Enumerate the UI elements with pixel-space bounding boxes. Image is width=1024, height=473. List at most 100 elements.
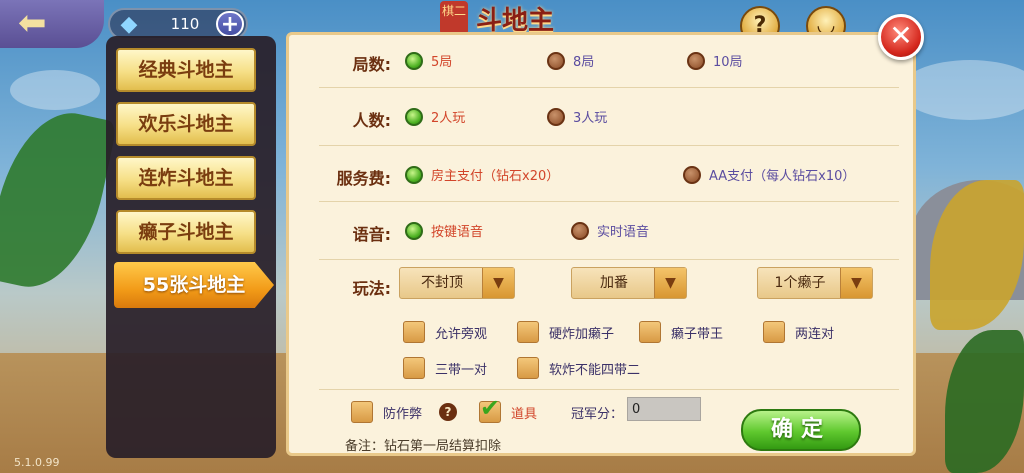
checkbox-label: 癞子带王 <box>671 326 724 342</box>
dropdown-value: 加番 <box>600 275 628 291</box>
radio-label: 实时语音 <box>597 225 650 240</box>
tab-bomb[interactable]: 连炸斗地主 <box>116 156 256 200</box>
checkbox-label: 硬炸加癞子 <box>549 326 615 342</box>
rounds-option-10[interactable]: 10局 <box>687 51 743 70</box>
checkbox-label: 软炸不能四带二 <box>549 362 641 378</box>
fee-option-host[interactable]: 房主支付（钻石x20） <box>405 165 559 184</box>
rules-row: 玩法: 不封顶 ▼ 加番 ▼ 1个癞子 ▼ <box>289 267 913 303</box>
checkbox-soft-bomb-no-four-two[interactable]: 软炸不能四带二 <box>517 357 640 379</box>
close-button[interactable]: ✕ <box>878 14 924 60</box>
divider <box>319 259 899 260</box>
champion-score-label: 冠军分： <box>571 407 624 422</box>
radio-selected-icon <box>405 51 423 70</box>
radio-label: 2人玩 <box>431 111 466 126</box>
checkbox-icon <box>517 321 539 343</box>
radio-selected-icon <box>405 165 423 184</box>
fee-row: 服务费: 房主支付（钻石x20） AA支付（每人钻石x10） <box>289 163 913 189</box>
tab-happy[interactable]: 欢乐斗地主 <box>116 102 256 146</box>
radio-selected-icon <box>405 221 423 240</box>
mode-tab-panel: 经典斗地主 欢乐斗地主 连炸斗地主 癞子斗地主 55张斗地主 <box>106 36 276 458</box>
radio-unselected-icon <box>687 51 705 70</box>
multiplier-dropdown[interactable]: 加番 ▼ <box>571 267 687 299</box>
tab-classic[interactable]: 经典斗地主 <box>116 48 256 92</box>
chevron-down-icon: ▼ <box>654 268 686 298</box>
chevron-down-icon: ▼ <box>840 268 872 298</box>
checkbox-icon <box>351 401 373 423</box>
version-label: 5.1.0.99 <box>14 456 60 469</box>
radio-label: 10局 <box>713 55 743 70</box>
radio-unselected-icon <box>547 107 565 126</box>
room-settings-panel: 局数: 5局 8局 10局 人数: 2人玩 3人玩 服务费: 房主支付（钻石x2… <box>286 32 916 456</box>
voice-row: 语音: 按键语音 实时语音 <box>289 219 913 245</box>
voice-label: 语音: <box>352 225 391 244</box>
checkbox-hard-bomb-wildcard[interactable]: 硬炸加癞子 <box>517 321 614 343</box>
chevron-down-icon: ▼ <box>482 268 514 298</box>
checkbox-icon: ✔ <box>479 394 501 423</box>
cloud-decoration <box>900 60 1024 120</box>
add-diamond-button[interactable]: + <box>216 11 244 37</box>
rounds-label: 局数: <box>352 55 391 74</box>
confirm-button[interactable]: 确定 <box>741 409 861 451</box>
radio-label: AA支付（每人钻石x10） <box>709 169 856 184</box>
cap-dropdown[interactable]: 不封顶 ▼ <box>399 267 515 299</box>
checkbox-three-with-pair[interactable]: 三带一对 <box>403 357 487 379</box>
rounds-row: 局数: 5局 8局 10局 <box>289 49 913 75</box>
checkbox-icon <box>763 321 785 343</box>
radio-unselected-icon <box>571 221 589 240</box>
radio-label: 3人玩 <box>573 111 608 126</box>
checkbox-label: 道具 <box>511 406 538 422</box>
checkbox-label: 三带一对 <box>435 362 488 378</box>
rules-label: 玩法: <box>352 279 391 298</box>
radio-selected-icon <box>405 107 423 126</box>
tab-wildcard[interactable]: 癞子斗地主 <box>116 210 256 254</box>
anti-cheat-help-icon[interactable]: ? <box>439 403 457 421</box>
checkbox-label: 防作弊 <box>383 406 423 422</box>
radio-label: 房主支付（钻石x20） <box>431 169 560 184</box>
palm-decoration <box>0 101 118 299</box>
wildcard-count-dropdown[interactable]: 1个癞子 ▼ <box>757 267 873 299</box>
players-option-3[interactable]: 3人玩 <box>547 107 607 126</box>
rounds-option-8[interactable]: 8局 <box>547 51 594 70</box>
tab-55-cards[interactable]: 55张斗地主 <box>114 262 274 308</box>
radio-unselected-icon <box>547 51 565 70</box>
logo-seal: 棋二 <box>440 1 468 35</box>
back-arrow-icon: ⬅ <box>18 3 47 43</box>
diamond-icon: ◆ <box>120 12 138 37</box>
voice-option-realtime[interactable]: 实时语音 <box>571 221 649 240</box>
divider <box>319 145 899 146</box>
players-label: 人数: <box>352 111 391 130</box>
back-button[interactable]: ⬅ <box>0 0 104 48</box>
checkbox-props[interactable]: ✔ 道具 <box>479 394 538 423</box>
divider <box>319 87 899 88</box>
checkbox-icon <box>403 321 425 343</box>
radio-label: 按键语音 <box>431 225 484 240</box>
divider <box>319 201 899 202</box>
rounds-option-5[interactable]: 5局 <box>405 51 452 70</box>
players-row: 人数: 2人玩 3人玩 <box>289 105 913 131</box>
game-logo: 棋二 斗地主 <box>440 0 554 36</box>
cloud-decoration <box>10 70 100 110</box>
checkbox-label: 允许旁观 <box>435 326 488 342</box>
checkbox-anti-cheat[interactable]: 防作弊 <box>351 401 422 423</box>
checkbox-icon <box>639 321 661 343</box>
dropdown-value: 不封顶 <box>421 275 463 291</box>
players-option-2[interactable]: 2人玩 <box>405 107 465 126</box>
checkbox-double-pair[interactable]: 两连对 <box>763 321 834 343</box>
checkbox-icon <box>517 357 539 379</box>
checkmark-icon: ✔ <box>480 394 501 422</box>
divider <box>319 389 899 390</box>
fee-label: 服务费: <box>336 169 391 188</box>
checkbox-allow-spectate[interactable]: 允许旁观 <box>403 321 487 343</box>
radio-label: 5局 <box>431 55 453 70</box>
radio-label: 8局 <box>573 55 595 70</box>
dropdown-value: 1个癞子 <box>774 275 826 291</box>
note-text: 备注：钻石第一局结算扣除 <box>345 439 502 454</box>
checkbox-label: 两连对 <box>795 326 835 342</box>
radio-unselected-icon <box>683 165 701 184</box>
diamond-count: 110 <box>170 15 200 33</box>
voice-option-button[interactable]: 按键语音 <box>405 221 483 240</box>
checkbox-icon <box>403 357 425 379</box>
champion-score-input[interactable] <box>627 397 701 421</box>
checkbox-wildcard-joker[interactable]: 癞子带王 <box>639 321 723 343</box>
fee-option-aa[interactable]: AA支付（每人钻石x10） <box>683 165 855 184</box>
